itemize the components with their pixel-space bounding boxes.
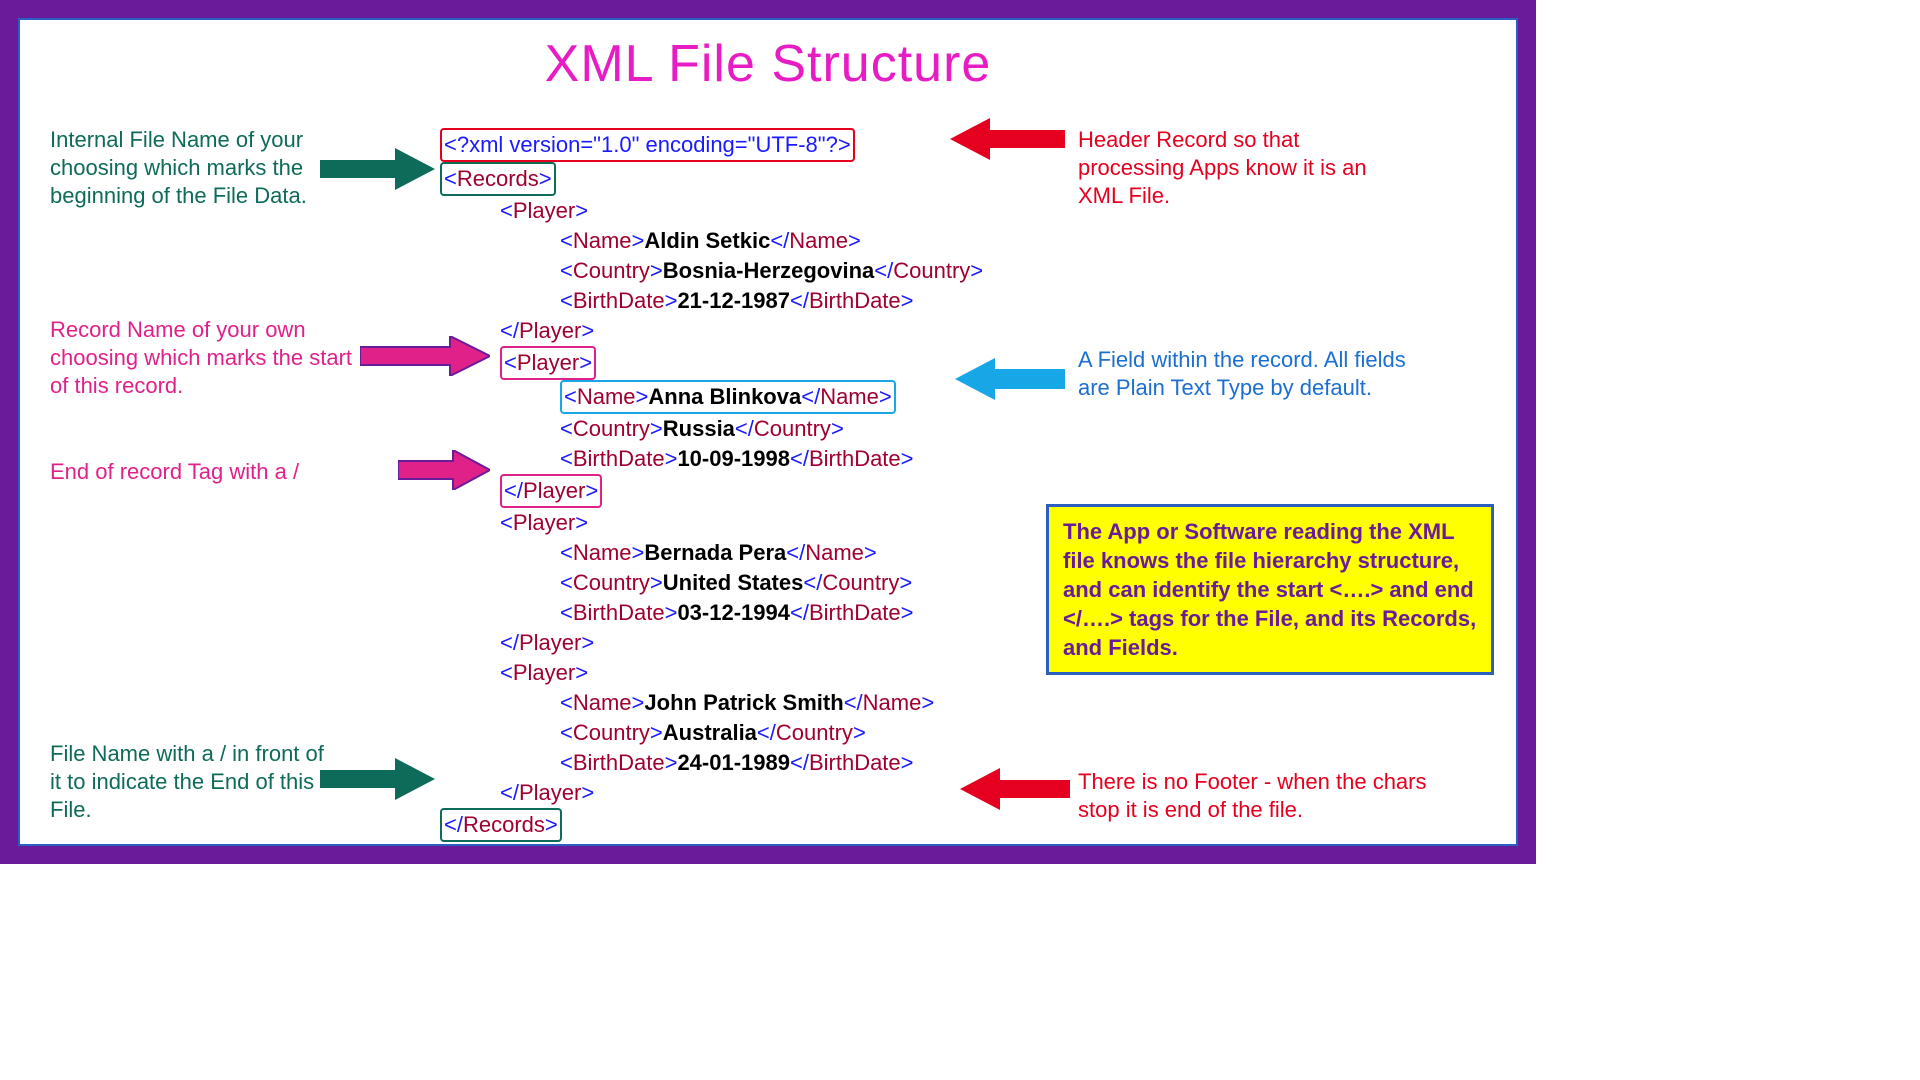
xml-name-field-boxed: <Name>Anna Blinkova</Name> [440, 380, 983, 414]
arrow-right-icon [398, 450, 490, 490]
ann-field: A Field within the record. All fields ar… [1078, 346, 1428, 402]
ann-header-record: Header Record so that processing Apps kn… [1078, 126, 1408, 210]
arrow-left-icon [955, 358, 1065, 400]
arrow-right-icon [360, 336, 490, 376]
ann-internal-file-name: Internal File Name of your choosing whic… [50, 126, 340, 210]
page-title: XML File Structure [20, 34, 1516, 94]
ann-record-name: Record Name of your own choosing which m… [50, 316, 370, 400]
xml-root-open: <Records> [440, 162, 983, 196]
ann-file-end: File Name with a / in front of it to ind… [50, 740, 340, 824]
ann-no-footer: There is no Footer - when the chars stop… [1078, 768, 1468, 824]
xml-player-open-boxed: <Player> [440, 346, 983, 380]
arrow-right-icon [320, 758, 435, 800]
arrow-right-icon [320, 148, 435, 190]
xml-code-block: <?xml version="1.0" encoding="UTF-8"?> <… [440, 128, 983, 842]
xml-header-line: <?xml version="1.0" encoding="UTF-8"?> [440, 128, 983, 162]
arrow-left-icon [960, 768, 1070, 810]
info-yellow-box: The App or Software reading the XML file… [1046, 504, 1494, 675]
xml-root-close: </Records> [440, 808, 983, 842]
ann-end-record: End of record Tag with a / [50, 458, 390, 486]
arrow-left-icon [950, 118, 1065, 160]
xml-player-close-boxed: </Player> [440, 474, 983, 508]
